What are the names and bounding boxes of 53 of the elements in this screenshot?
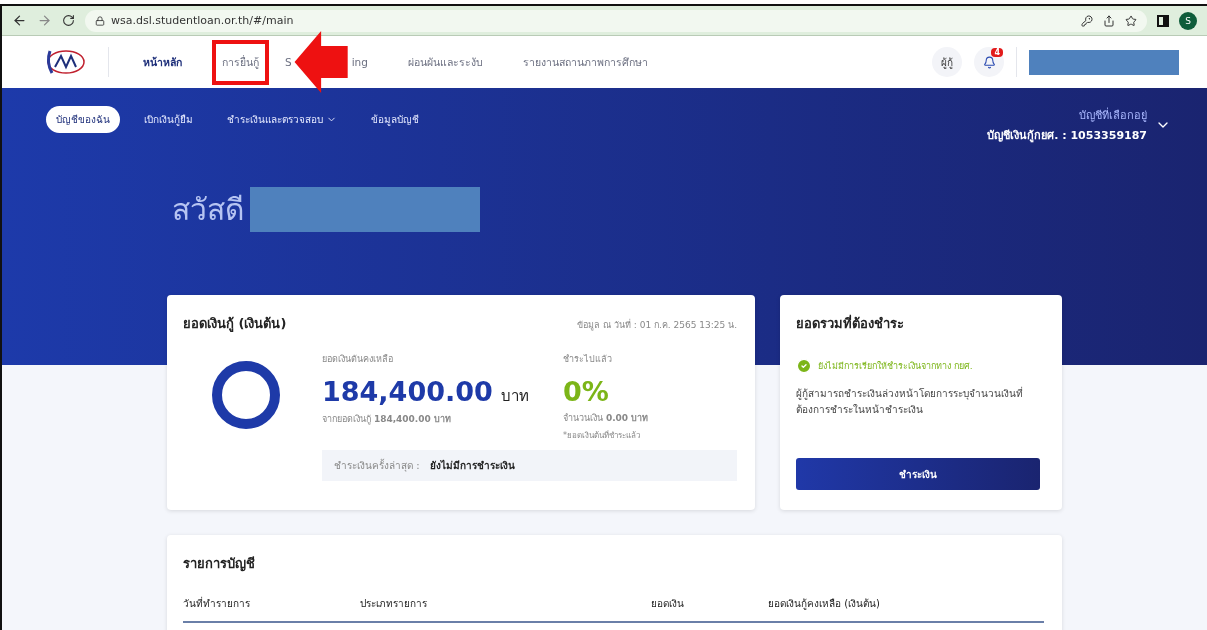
reload-icon[interactable]: [62, 14, 75, 27]
paid-percent: 0%: [563, 376, 610, 407]
check-icon: [796, 358, 812, 374]
side-panel-icon[interactable]: [1157, 14, 1169, 27]
description-text: ผู้กู้สามารถชำระเงินล่วงหน้าโดยการระบุจำนวนเงินที่ต้องการชำระในหน้าชำระเงิน: [796, 386, 1024, 417]
account-number: บัญชีเงินกู้กยศ. : 1053359187: [987, 128, 1147, 144]
arrow-annotation-icon: [293, 31, 350, 93]
account-selector[interactable]: บัญชีที่เลือกอยู่ บัญชีเงินกู้กยศ. : 1053359187: [987, 106, 1171, 144]
notification-button[interactable]: 4: [974, 47, 1004, 77]
share-icon[interactable]: [1103, 14, 1115, 27]
unit-text: บาท: [500, 387, 529, 405]
paid-label: ชำระไปแล้ว: [563, 353, 613, 366]
nav-link[interactable]: หน้าหลัก: [133, 39, 192, 85]
subnav-tab[interactable]: เบิกเงินกู้ยืม: [134, 106, 203, 133]
column-header: ยอดเงินกู้คงเหลือ (เงินต้น): [768, 597, 881, 611]
as-of-date: ข้อมูล ณ วันที่ : 01 ก.ค. 2565 13:25 น.: [577, 318, 737, 332]
donut-chart-icon: [211, 360, 281, 430]
subnav-tab[interactable]: ชำระเงินและตรวจสอบ: [217, 106, 347, 133]
subnav-tab[interactable]: ข้อมูลบัญชี: [361, 106, 429, 133]
paid-note: *ยอดเงินต้นที่ชำระแล้ว: [563, 429, 641, 442]
last-payment-value: ยังไม่มีการชำระเงิน: [429, 458, 515, 473]
remaining-amount: 184,400.00: [322, 376, 493, 407]
last-payment-label: ชำระเงินครั้งล่าสุด :: [334, 458, 420, 473]
nav-link[interactable]: ing: [347, 42, 378, 82]
nav-link[interactable]: ผ่อนผันและระงับ: [397, 39, 493, 85]
bell-icon: [982, 55, 996, 69]
subnav-tab[interactable]: บัญชีของฉัน: [46, 106, 120, 133]
profile-avatar[interactable]: S: [1179, 11, 1197, 30]
role-chip[interactable]: ผู้กู้: [932, 47, 962, 77]
card-title: รายการบัญชี: [183, 555, 256, 574]
back-icon[interactable]: [12, 13, 27, 28]
pay-button[interactable]: ชำระเงิน: [796, 458, 1040, 490]
url-text: wsa.dsl.studentloan.or.th/#/main: [111, 14, 294, 27]
status-text: ยังไม่มีการเรียกให้ชำระเงินจากทาง กยศ.: [818, 360, 973, 373]
loan-total-text: จากยอดเงินกู้ 184,400.00 บาท: [322, 413, 452, 426]
column-header: ประเภทรายการ: [360, 597, 428, 611]
column-header: ยอดเงิน: [651, 597, 685, 611]
forward-icon[interactable]: [37, 13, 52, 28]
column-header: วันที่ทำรายการ: [183, 596, 251, 611]
paid-amount-text: จำนวนเงิน 0.00 บาท: [563, 412, 650, 425]
nav-link[interactable]: รายงานสถานภาพการศึกษา: [512, 39, 658, 85]
lock-icon: [95, 15, 105, 26]
card-title: ยอดเงินกู้ (เงินต้น): [183, 315, 287, 334]
nav-link[interactable]: S: [275, 42, 296, 82]
card-title: ยอดรวมที่ต้องชำระ: [796, 313, 905, 333]
address-bar[interactable]: wsa.dsl.studentloan.or.th/#/main: [85, 9, 1147, 32]
account-caption: บัญชีที่เลือกอยู่: [1079, 106, 1147, 124]
greeting-text: สวัสดี: [172, 191, 244, 229]
key-icon[interactable]: [1081, 14, 1093, 27]
nav-link[interactable]: การยื่นกู้: [212, 39, 269, 85]
star-icon[interactable]: [1125, 14, 1137, 27]
remaining-label: ยอดเงินต้นคงเหลือ: [322, 353, 394, 366]
notification-badge: 4: [991, 48, 1003, 57]
